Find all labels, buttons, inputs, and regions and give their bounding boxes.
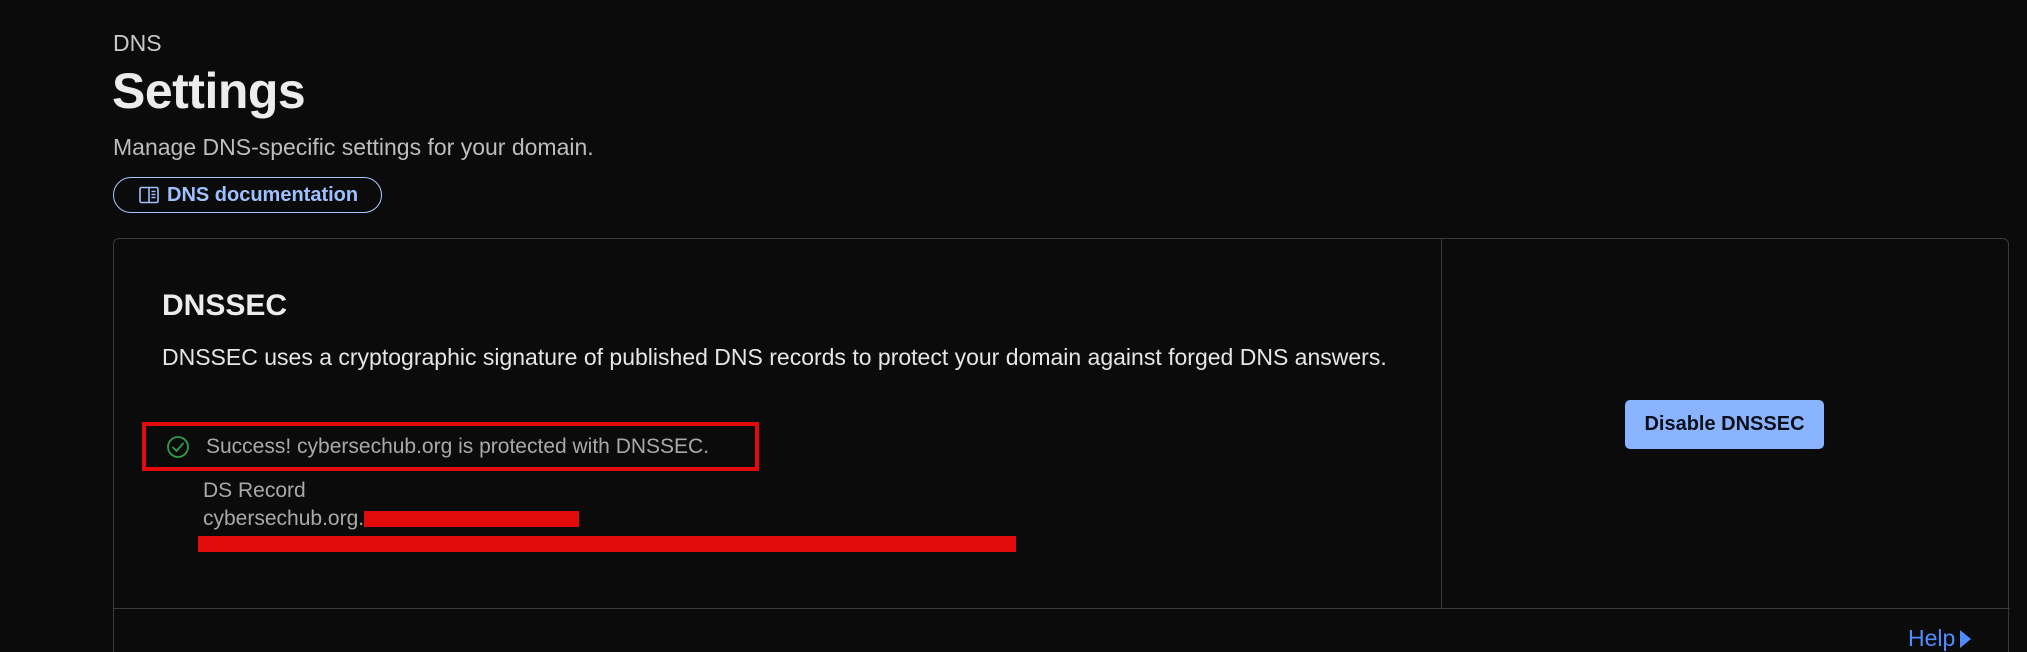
dnssec-card: DNSSEC DNSSEC uses a cryptographic signa… [113,238,2010,652]
dns-documentation-label: DNS documentation [167,183,359,206]
redaction-bar [364,511,580,527]
dns-settings-page: DNS Settings Manage DNS-specific setting… [0,0,2027,652]
check-circle-icon [166,435,190,459]
dnssec-title: DNSSEC [162,289,288,322]
breadcrumb[interactable]: DNS [113,30,162,57]
page-title: Settings [112,63,306,119]
dns-documentation-link[interactable]: DNS documentation [113,177,382,213]
help-label: Help [1908,625,1956,651]
help-link[interactable]: Help [1908,625,1972,652]
redaction-bar [198,536,1016,552]
caret-right-icon [1960,629,1972,648]
dnssec-status-text: Success! cybersechub.org is protected wi… [206,434,710,458]
ds-record-label: DS Record [203,479,306,502]
book-icon [139,186,159,204]
page-description: Manage DNS-specific settings for your do… [113,134,594,160]
card-divider-horizontal [114,608,2010,609]
disable-dnssec-button[interactable]: Disable DNSSEC [1625,400,1824,449]
card-divider-vertical [1441,239,1442,609]
ds-record-value: cybersechub.org. [203,507,580,531]
dnssec-description: DNSSEC uses a cryptographic signature of… [162,344,1387,370]
dnssec-status-message: Success! cybersechub.org is protected wi… [142,422,759,471]
ds-record-domain: cybersechub.org. [203,507,365,530]
